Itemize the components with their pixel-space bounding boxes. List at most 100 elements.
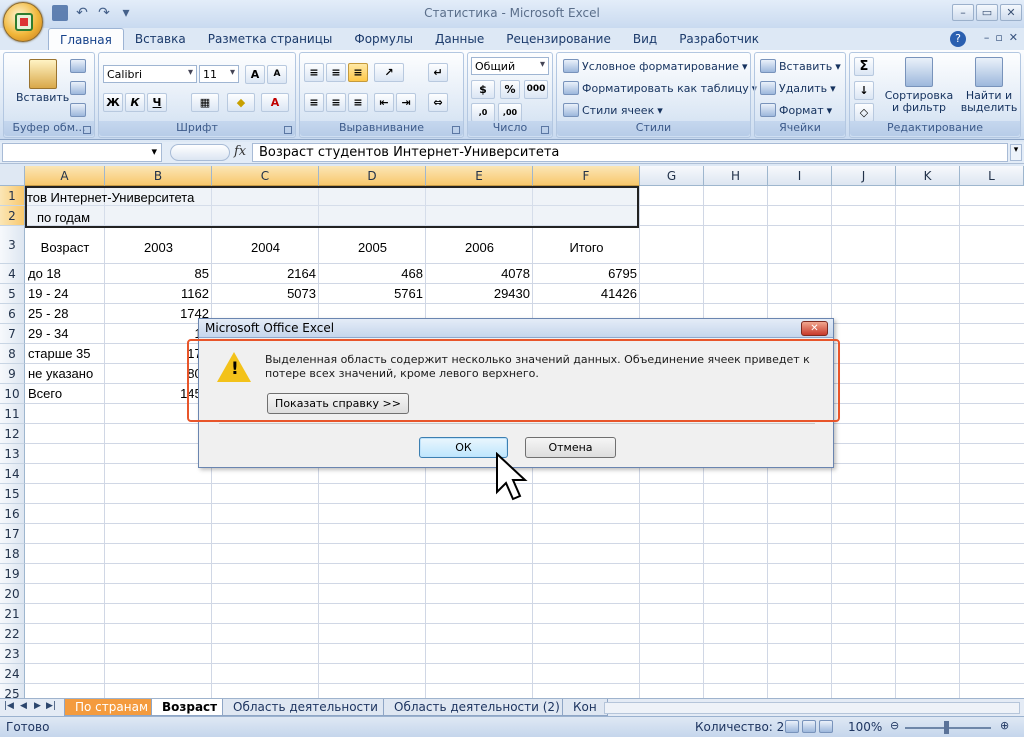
column-header[interactable]: G xyxy=(640,166,704,186)
format-painter-icon[interactable] xyxy=(70,103,86,117)
data-cell[interactable]: 1742 xyxy=(105,304,209,324)
row-header[interactable]: 7 xyxy=(0,324,25,344)
row-header[interactable]: 18 xyxy=(0,544,25,564)
data-cell[interactable]: 6795 xyxy=(533,264,637,284)
data-cell[interactable]: 5761 xyxy=(319,284,423,304)
cancel-button[interactable]: Отмена xyxy=(525,437,616,458)
data-cell[interactable]: не указано xyxy=(28,364,104,384)
row-header[interactable]: 22 xyxy=(0,624,25,644)
close-button[interactable]: ✕ xyxy=(1000,4,1022,21)
row-header[interactable]: 1 xyxy=(0,186,25,206)
column-header[interactable]: I xyxy=(768,166,832,186)
wb-restore-icon[interactable]: ▫ xyxy=(995,31,1002,44)
redo-icon[interactable]: ↷ xyxy=(96,5,112,21)
wb-minimize-icon[interactable]: – xyxy=(984,31,990,44)
header-cell[interactable]: 2004 xyxy=(212,238,319,258)
column-header[interactable]: D xyxy=(319,166,426,186)
italic-button[interactable]: К xyxy=(125,93,145,112)
data-cell[interactable]: 19 - 24 xyxy=(28,284,104,304)
data-cell[interactable]: 29430 xyxy=(426,284,530,304)
horizontal-scrollbar[interactable] xyxy=(604,702,1020,714)
align-center-button[interactable]: ≡ xyxy=(326,93,346,112)
grow-font-button[interactable]: A xyxy=(245,65,265,84)
tab-home[interactable]: Главная xyxy=(48,28,124,50)
dialog-close-button[interactable]: ✕ xyxy=(801,321,828,336)
zoom-level[interactable]: 100% xyxy=(848,720,882,734)
tab-view[interactable]: Вид xyxy=(622,28,668,50)
format-cells-button[interactable]: Формат ▾ xyxy=(760,103,832,117)
align-right-button[interactable]: ≡ xyxy=(348,93,368,112)
sort-filter-button[interactable]: Сортировка и фильтр xyxy=(884,57,954,114)
column-header[interactable]: E xyxy=(426,166,533,186)
row-header[interactable]: 11 xyxy=(0,404,25,424)
row-header[interactable]: 20 xyxy=(0,584,25,604)
number-launcher-icon[interactable] xyxy=(541,126,549,134)
fill-color-button[interactable]: ◆ xyxy=(227,93,255,112)
borders-button[interactable]: ▦ xyxy=(191,93,219,112)
data-cell[interactable]: 41426 xyxy=(533,284,637,304)
first-sheet-icon[interactable]: |◀ xyxy=(4,701,14,711)
row-header[interactable]: 23 xyxy=(0,644,25,664)
shrink-font-button[interactable]: A xyxy=(267,65,287,84)
data-cell[interactable]: 29 - 34 xyxy=(28,324,104,344)
row-header[interactable]: 21 xyxy=(0,604,25,624)
header-cell[interactable]: Возраст xyxy=(25,238,105,258)
font-size-combo[interactable]: 11 xyxy=(199,65,239,83)
clipboard-launcher-icon[interactable] xyxy=(83,126,91,134)
font-name-combo[interactable]: Calibri xyxy=(103,65,197,83)
row-header[interactable]: 6 xyxy=(0,304,25,324)
decrease-indent-button[interactable]: ⇤ xyxy=(374,93,394,112)
next-sheet-icon[interactable]: ▶ xyxy=(34,701,41,711)
row-header[interactable]: 15 xyxy=(0,484,25,504)
customize-qat-icon[interactable]: ▾ xyxy=(118,5,134,21)
autosum-icon[interactable]: Σ xyxy=(854,57,874,76)
tab-review[interactable]: Рецензирование xyxy=(495,28,622,50)
name-box[interactable] xyxy=(2,143,162,162)
data-cell[interactable]: 25 - 28 xyxy=(28,304,104,324)
last-sheet-icon[interactable]: ▶| xyxy=(46,701,56,711)
insert-cells-button[interactable]: Вставить ▾ xyxy=(760,59,841,73)
prev-sheet-icon[interactable]: ◀ xyxy=(20,701,27,711)
row-header[interactable]: 3 xyxy=(0,226,25,264)
row-header[interactable]: 14 xyxy=(0,464,25,484)
currency-button[interactable]: $ xyxy=(471,80,495,99)
data-cell[interactable]: 468 xyxy=(319,264,423,284)
tab-formulas[interactable]: Формулы xyxy=(343,28,424,50)
delete-cells-button[interactable]: Удалить ▾ xyxy=(760,81,836,95)
header-cell[interactable]: 2003 xyxy=(105,238,212,258)
undo-icon[interactable]: ↶ xyxy=(74,5,90,21)
row-header[interactable]: 16 xyxy=(0,504,25,524)
page-layout-view-icon[interactable] xyxy=(802,720,816,733)
formula-buttons[interactable] xyxy=(170,144,230,161)
header-cell[interactable]: 2006 xyxy=(426,238,533,258)
restore-button[interactable]: ▭ xyxy=(976,4,998,21)
tab-page-layout[interactable]: Разметка страницы xyxy=(197,28,344,50)
font-color-button[interactable]: A xyxy=(261,93,289,112)
data-cell[interactable]: до 18 xyxy=(28,264,104,284)
column-header[interactable]: J xyxy=(832,166,896,186)
data-cell[interactable]: 5073 xyxy=(212,284,316,304)
zoom-out-icon[interactable]: ⊖ xyxy=(890,719,899,732)
row-header[interactable]: 24 xyxy=(0,664,25,684)
function-icon[interactable]: fx xyxy=(234,144,246,159)
row-header[interactable]: 9 xyxy=(0,364,25,384)
align-middle-button[interactable]: ≡ xyxy=(326,63,346,82)
column-header[interactable]: A xyxy=(25,166,105,186)
align-top-button[interactable]: ≡ xyxy=(304,63,324,82)
tab-developer[interactable]: Разработчик xyxy=(668,28,770,50)
row-header[interactable]: 19 xyxy=(0,564,25,584)
increase-indent-button[interactable]: ⇥ xyxy=(396,93,416,112)
sheet-tab-active[interactable]: Возраст xyxy=(151,699,229,716)
wb-close-icon[interactable]: ✕ xyxy=(1009,31,1018,44)
decrease-decimal-button[interactable]: ,00 xyxy=(498,103,522,122)
tab-insert[interactable]: Вставка xyxy=(124,28,197,50)
sheet-tab[interactable]: Кон xyxy=(562,699,608,716)
wrap-text-button[interactable]: ↵ xyxy=(428,63,448,82)
row-header[interactable]: 8 xyxy=(0,344,25,364)
column-header[interactable]: B xyxy=(105,166,212,186)
column-header[interactable]: C xyxy=(212,166,319,186)
underline-button[interactable]: Ч xyxy=(147,93,167,112)
comma-button[interactable]: 000 xyxy=(524,80,548,99)
conditional-formatting-button[interactable]: Условное форматирование ▾ xyxy=(563,59,747,73)
row-header[interactable]: 17 xyxy=(0,524,25,544)
